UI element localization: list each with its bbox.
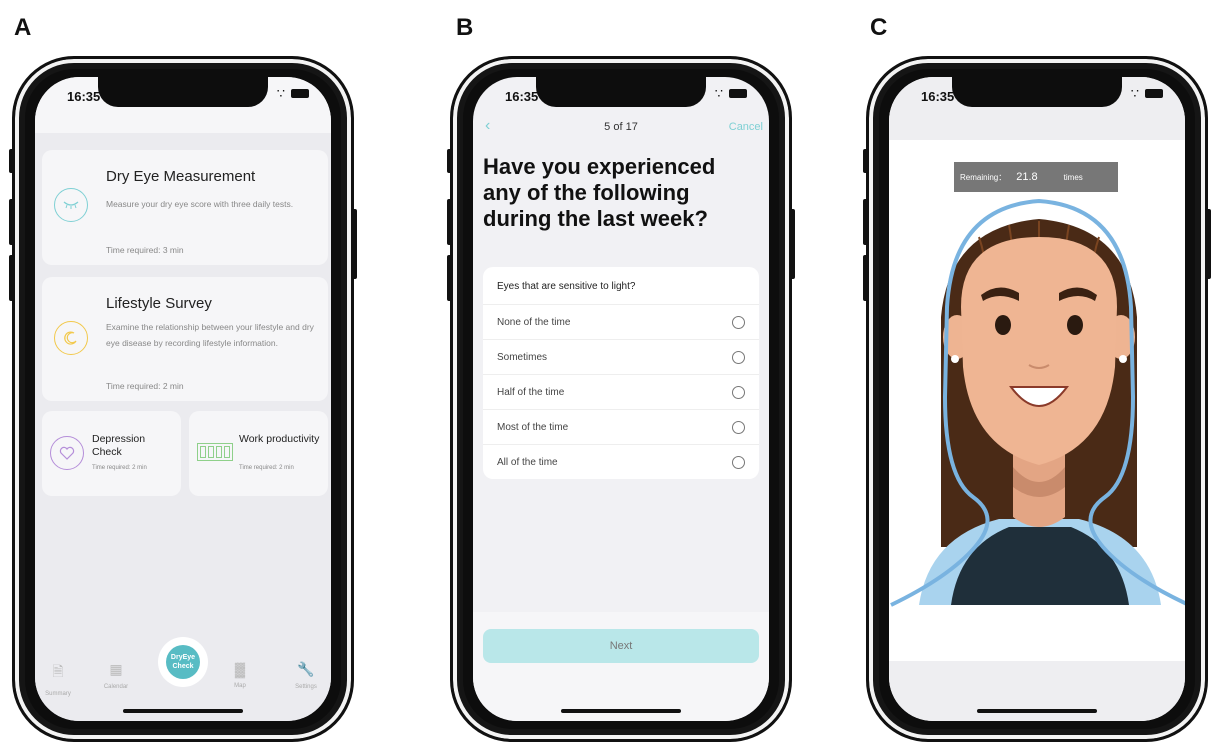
survey-screen: 16:35 ∵ ‹ 5 of 17 Cancel Have you experi…: [473, 77, 769, 721]
closed-eye-icon: [54, 188, 88, 222]
card-title: Dry Eye Measurement: [106, 168, 256, 185]
home-indicator: [123, 709, 243, 713]
option-row[interactable]: Most of the time: [483, 410, 759, 445]
card-title: Work productivity: [239, 433, 320, 445]
card-title: Depression Check: [92, 433, 146, 458]
radio-button[interactable]: [732, 350, 745, 364]
heart-icon: [50, 436, 84, 470]
option-row[interactable]: All of the time: [483, 445, 759, 479]
tab-map[interactable]: ▓ Map: [215, 661, 265, 689]
card-description: Measure your dry eye score with three da…: [106, 199, 294, 209]
card-time: Time required: 2 min: [239, 465, 294, 471]
status-time: 16:35: [505, 89, 539, 104]
remaining-value: 21.8: [1016, 171, 1038, 183]
tab-settings[interactable]: 🔧 Settings: [281, 661, 331, 690]
tab-label: Map: [234, 683, 246, 689]
bar-chart-icon: ▓: [234, 661, 246, 677]
tab-calendar[interactable]: ▦ Calendar: [91, 661, 141, 690]
work-productivity-card[interactable]: Work productivity Time required: 2 min: [189, 411, 328, 496]
option-label: Most of the time: [497, 421, 569, 433]
status-icons: ∵: [1131, 87, 1163, 100]
card-time: Time required: 2 min: [92, 465, 147, 471]
document-icon: 🗎: [52, 663, 64, 679]
wrench-icon: 🔧: [297, 661, 315, 677]
radio-button[interactable]: [732, 420, 745, 434]
option-label: Sometimes: [497, 351, 548, 363]
phone-frame-c: 16:35 ∵ Remaining： 21.8 times: [863, 56, 1211, 742]
battery-icon: [729, 89, 747, 98]
progress-indicator: 5 of 17: [604, 121, 638, 133]
card-time: Time required: 2 min: [106, 381, 184, 391]
option-row[interactable]: Sometimes: [483, 340, 759, 375]
radio-button[interactable]: [732, 455, 745, 469]
next-button[interactable]: Next: [483, 629, 759, 663]
battery-icon: [291, 89, 309, 98]
battery-icon: [1145, 89, 1163, 98]
depression-check-card[interactable]: Depression Check Time required: 2 min: [42, 411, 181, 496]
home-screen: 16:35 ∵ Dry Eye Measurement Measure your…: [35, 77, 331, 721]
radio-button[interactable]: [732, 385, 745, 399]
lifestyle-survey-card[interactable]: Lifestyle Survey Examine the relationshi…: [42, 277, 328, 401]
phone-frame-a: 16:35 ∵ Dry Eye Measurement Measure your…: [9, 56, 357, 742]
home-indicator: [561, 709, 681, 713]
question-heading: Have you experienced any of the followin…: [483, 154, 716, 231]
moon-icon: [54, 321, 88, 355]
status-icons: ∵: [715, 87, 747, 100]
option-label: None of the time: [497, 316, 571, 328]
option-label: All of the time: [497, 456, 558, 468]
question-item: Eyes that are sensitive to light?: [483, 267, 759, 305]
option-row[interactable]: Half of the time: [483, 375, 759, 410]
tab-label: Summary: [45, 691, 71, 697]
wifi-icon: ∵: [1130, 86, 1139, 101]
phone-frame-b: 16:35 ∵ ‹ 5 of 17 Cancel Have you experi…: [447, 56, 795, 742]
remaining-counter: Remaining： 21.8 times: [954, 162, 1118, 192]
dryeye-check-logo: DryEye Check: [166, 645, 200, 679]
notch: [952, 77, 1122, 107]
card-title: Lifestyle Survey: [106, 295, 212, 312]
panel-label-a: A: [14, 14, 32, 41]
tab-label: Settings: [295, 684, 317, 690]
wifi-icon: ∵: [276, 86, 285, 101]
option-label: Half of the time: [497, 386, 565, 398]
remaining-label: Remaining：: [960, 172, 1007, 182]
notch: [98, 77, 268, 107]
home-indicator: [977, 709, 1097, 713]
radio-button[interactable]: [732, 315, 745, 329]
panel-label-b: B: [456, 14, 474, 41]
wifi-icon: ∵: [714, 86, 723, 101]
face-illustration: [890, 198, 1185, 607]
cancel-button[interactable]: Cancel: [729, 121, 763, 133]
battery-icon: [197, 443, 233, 461]
dryeye-check-button[interactable]: DryEye Check: [158, 637, 208, 687]
status-icons: ∵: [277, 87, 309, 100]
remaining-unit: times: [1063, 172, 1083, 182]
tab-bar: 🗎 Summary ▦ Calendar DryEye Check ▓ Map …: [35, 631, 331, 721]
card-time: Time required: 3 min: [106, 245, 184, 255]
status-time: 16:35: [921, 89, 955, 104]
option-row[interactable]: None of the time: [483, 305, 759, 340]
dry-eye-measurement-card[interactable]: Dry Eye Measurement Measure your dry eye…: [42, 150, 328, 265]
tab-summary[interactable]: 🗎 Summary: [35, 661, 83, 697]
question-box: Eyes that are sensitive to light? None o…: [483, 267, 759, 479]
tab-label: Calendar: [103, 684, 129, 690]
notch: [536, 77, 706, 107]
nav-bar: ‹ 5 of 17 Cancel: [473, 117, 769, 139]
blink-test-screen: 16:35 ∵ Remaining： 21.8 times: [889, 77, 1185, 721]
card-description: Examine the relationship between your li…: [106, 322, 314, 348]
panel-label-c: C: [870, 14, 888, 41]
calendar-icon: ▦: [109, 661, 123, 677]
status-time: 16:35: [67, 89, 101, 104]
